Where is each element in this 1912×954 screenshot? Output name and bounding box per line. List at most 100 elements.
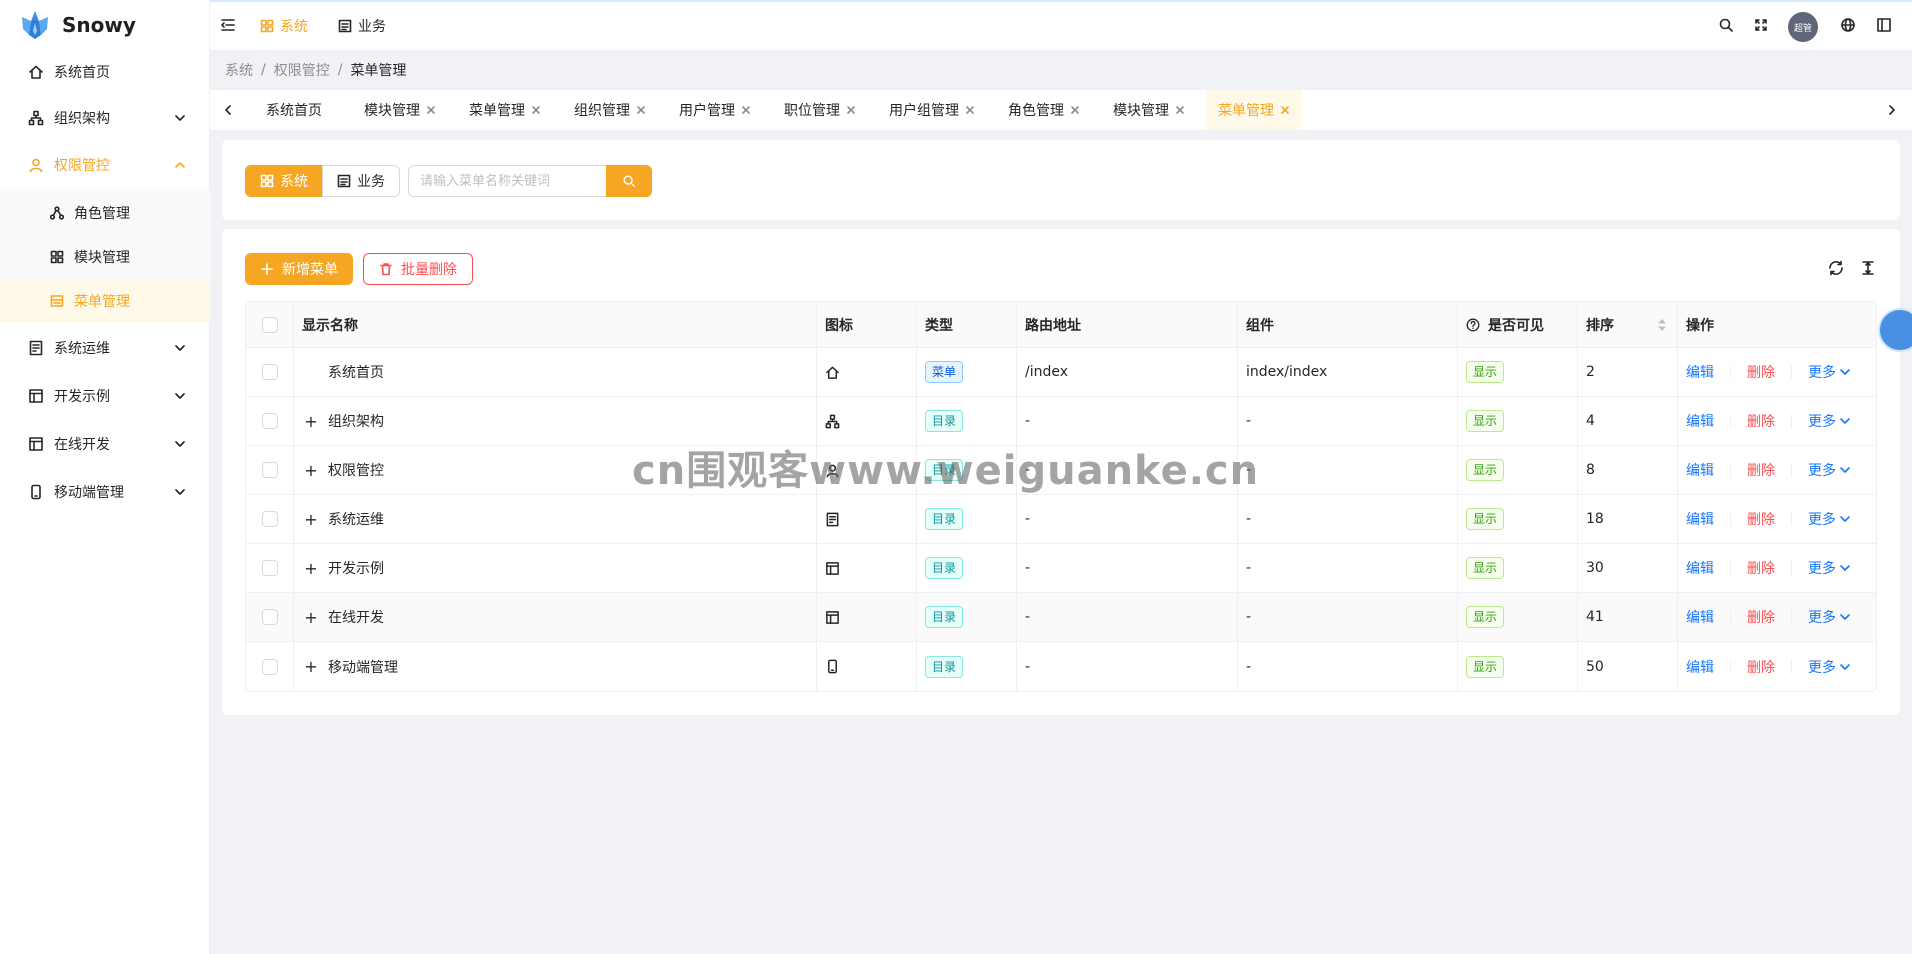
delete-link[interactable]: 删除 (1747, 509, 1775, 529)
menu-fold-icon[interactable] (220, 17, 236, 33)
more-dropdown[interactable]: 更多 (1808, 509, 1851, 529)
module-system-button[interactable]: 系统 (260, 2, 308, 50)
sort-icon[interactable] (1657, 318, 1667, 332)
delete-link[interactable]: 删除 (1747, 460, 1775, 480)
breadcrumb-item[interactable]: 系统 (225, 60, 253, 80)
edit-link[interactable]: 编辑 (1686, 460, 1714, 480)
menu-name: 系统运维 (328, 512, 384, 528)
search-input[interactable] (408, 165, 608, 197)
row-checkbox[interactable] (261, 413, 278, 429)
edit-link[interactable]: 编辑 (1686, 607, 1714, 627)
edit-link[interactable]: 编辑 (1686, 657, 1714, 677)
expand-row-button[interactable]: + (302, 412, 320, 431)
tabs-scroll-left-icon[interactable] (222, 104, 234, 116)
tab-role[interactable]: 角色管理 (996, 90, 1092, 130)
filter-system-button[interactable]: 系统 (245, 165, 323, 197)
search-button[interactable] (606, 165, 652, 197)
delete-link[interactable]: 删除 (1747, 607, 1775, 627)
row-checkbox[interactable] (261, 658, 278, 675)
close-icon[interactable] (1280, 105, 1290, 115)
more-dropdown[interactable]: 更多 (1808, 607, 1851, 627)
edit-link[interactable]: 编辑 (1686, 411, 1714, 431)
row-checkbox[interactable] (261, 462, 278, 478)
reload-icon[interactable] (1827, 259, 1845, 277)
sidebar-item-dev-examples[interactable]: 开发示例 (0, 374, 210, 418)
row-checkbox[interactable] (261, 560, 278, 576)
tab-user[interactable]: 用户管理 (667, 90, 763, 130)
batch-delete-button[interactable]: 批量删除 (363, 253, 473, 285)
search-icon[interactable] (1718, 17, 1734, 33)
more-dropdown[interactable]: 更多 (1808, 362, 1851, 382)
column-height-icon[interactable] (1859, 259, 1877, 277)
tab-position[interactable]: 职位管理 (772, 90, 868, 130)
tab-module-1[interactable]: 模块管理 (352, 90, 448, 130)
sidebar-item-online-dev[interactable]: 在线开发 (0, 422, 210, 466)
expand-row-button[interactable]: + (302, 510, 320, 529)
globe-icon[interactable] (1840, 17, 1856, 33)
close-icon[interactable] (531, 105, 541, 115)
col-sort[interactable]: 排序 (1578, 302, 1678, 347)
cell-icon (817, 446, 917, 494)
close-icon[interactable] (426, 105, 436, 115)
tab-user-group[interactable]: 用户组管理 (877, 90, 987, 130)
close-icon[interactable] (846, 105, 856, 115)
close-icon[interactable] (1070, 105, 1080, 115)
expand-row-button[interactable]: + (302, 608, 320, 627)
close-icon[interactable] (741, 105, 751, 115)
question-circle-icon[interactable] (1466, 318, 1480, 332)
sidebar-item-home[interactable]: 系统首页 (0, 50, 210, 94)
tab-menu-active[interactable]: 菜单管理 (1206, 90, 1302, 130)
row-checkbox[interactable] (261, 364, 278, 380)
sidebar-item-module[interactable]: 模块管理 (0, 235, 210, 279)
add-menu-button[interactable]: 新增菜单 (245, 253, 353, 285)
expand-row-button[interactable]: + (302, 657, 320, 676)
sidebar-item-menu[interactable]: 菜单管理 (0, 279, 210, 323)
sidebar-item-permission[interactable]: 权限管控 (0, 143, 210, 187)
layout-icon (29, 389, 43, 403)
org-icon (825, 414, 840, 428)
filter-business-button[interactable]: 业务 (322, 165, 400, 197)
sidebar-item-ops[interactable]: 系统运维 (0, 326, 210, 370)
tab-label: 菜单管理 (469, 103, 525, 119)
menu-name: 组织架构 (328, 414, 384, 430)
more-dropdown[interactable]: 更多 (1808, 558, 1851, 578)
sidebar-item-role[interactable]: 角色管理 (0, 191, 210, 235)
layout-settings-icon[interactable] (1876, 17, 1892, 33)
row-checkbox[interactable] (261, 511, 278, 527)
avatar[interactable]: 超管 (1788, 12, 1818, 42)
expand-row-button[interactable]: + (302, 559, 320, 578)
edit-link[interactable]: 编辑 (1686, 558, 1714, 578)
tabs-scroll-right-icon[interactable] (1886, 104, 1898, 116)
delete-link[interactable]: 删除 (1747, 411, 1775, 431)
sidebar-item-mobile[interactable]: 移动端管理 (0, 470, 210, 514)
more-dropdown[interactable]: 更多 (1808, 460, 1851, 480)
cell-icon (817, 642, 917, 691)
table-row: + 系统运维 目录 - - 显示 18 编辑 删除 更多 (246, 495, 1876, 544)
row-checkbox-cell (246, 446, 294, 494)
delete-link[interactable]: 删除 (1747, 558, 1775, 578)
sidebar-item-org[interactable]: 组织架构 (0, 96, 210, 140)
edit-link[interactable]: 编辑 (1686, 362, 1714, 382)
close-icon[interactable] (1175, 105, 1185, 115)
more-dropdown[interactable]: 更多 (1808, 657, 1851, 677)
edit-link[interactable]: 编辑 (1686, 509, 1714, 529)
row-checkbox[interactable] (261, 609, 278, 625)
layout-icon (826, 561, 839, 575)
tab-home[interactable]: 系统首页 (254, 90, 334, 130)
module-business-button[interactable]: 业务 (338, 2, 386, 50)
close-icon[interactable] (965, 105, 975, 115)
fullscreen-icon[interactable] (1753, 17, 1769, 33)
tab-menu-1[interactable]: 菜单管理 (457, 90, 553, 130)
delete-link[interactable]: 删除 (1747, 362, 1775, 382)
tab-module-2[interactable]: 模块管理 (1101, 90, 1197, 130)
breadcrumb-item[interactable]: 权限管控 (274, 60, 330, 80)
visible-tag: 显示 (1466, 557, 1505, 579)
cell-path: - (1017, 642, 1238, 691)
expand-row-button[interactable]: + (302, 461, 320, 480)
select-all-checkbox[interactable] (261, 316, 278, 333)
close-icon[interactable] (636, 105, 646, 115)
delete-link[interactable]: 删除 (1747, 657, 1775, 677)
tab-org[interactable]: 组织管理 (562, 90, 658, 130)
more-dropdown[interactable]: 更多 (1808, 411, 1851, 431)
logo[interactable]: Snowy (18, 8, 136, 42)
